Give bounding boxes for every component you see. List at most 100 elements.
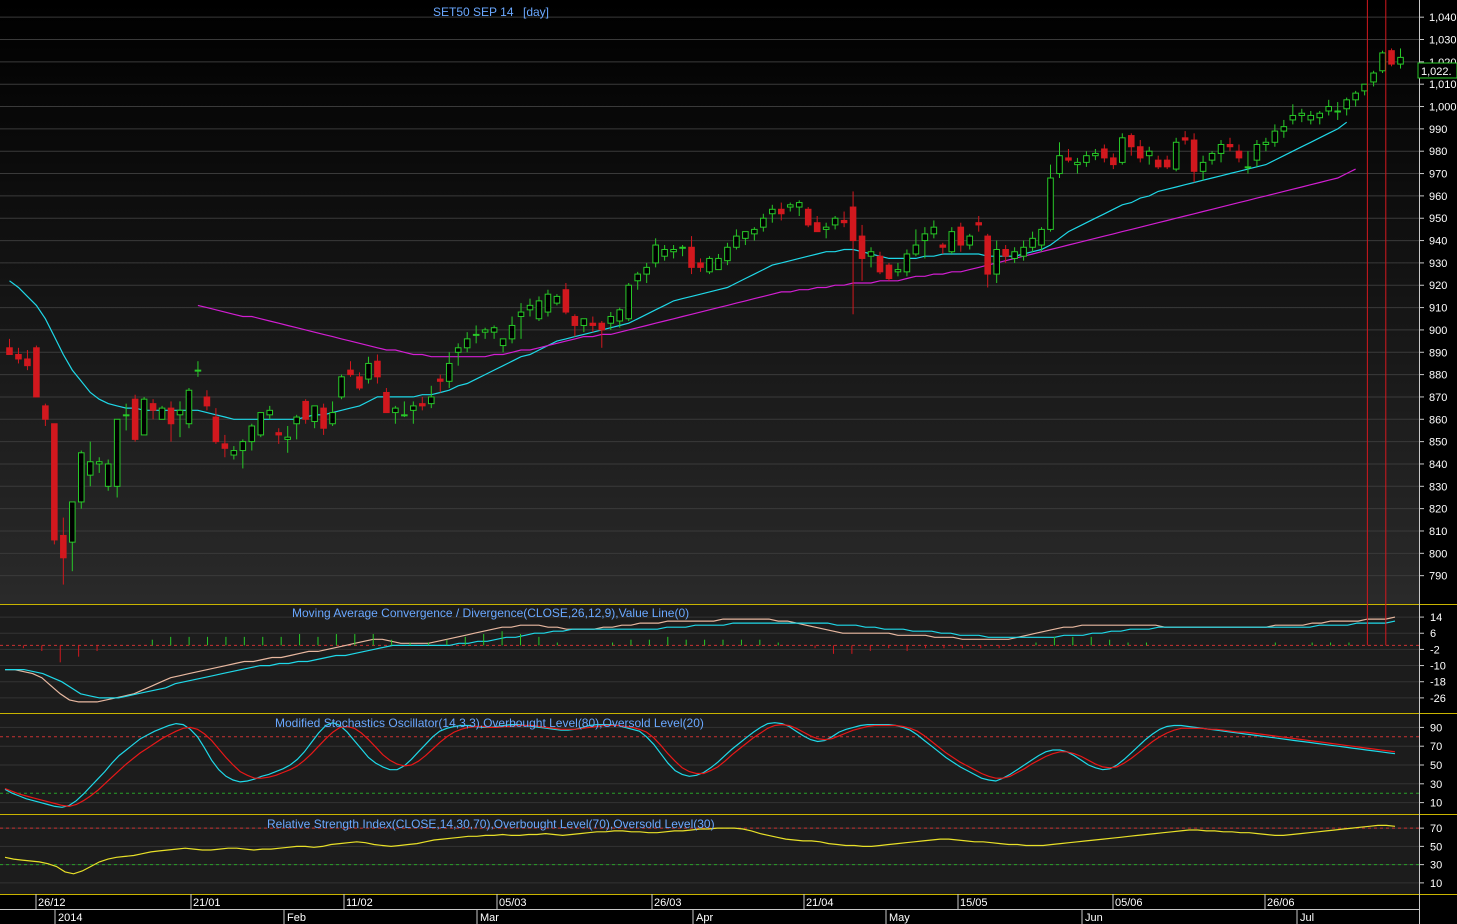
- candle-up: [544, 293, 552, 313]
- candle-up: [69, 501, 76, 543]
- candle-up: [1083, 155, 1090, 163]
- month-tick-label: 2014: [58, 912, 82, 924]
- price-tick-label: 970: [1429, 169, 1447, 181]
- price-tick-label: 990: [1429, 124, 1447, 136]
- candle-down: [374, 360, 381, 378]
- rsi-tick-label: 30: [1430, 860, 1442, 872]
- price-tick-label: 850: [1429, 437, 1447, 449]
- rsi-tick-label: 70: [1430, 823, 1442, 835]
- candle-up: [715, 257, 722, 271]
- candle-up: [1119, 137, 1126, 163]
- rsi-tick-label: 10: [1430, 878, 1442, 890]
- candle-down: [939, 244, 947, 248]
- candle-down: [212, 416, 220, 443]
- candle-up: [508, 324, 516, 340]
- candle-down: [1101, 148, 1108, 159]
- candle-up: [670, 249, 677, 253]
- candle-down: [131, 398, 139, 440]
- price-tick-label: 950: [1429, 213, 1447, 225]
- stochastic-tick-label: 50: [1430, 760, 1442, 772]
- candle-down: [1110, 157, 1117, 166]
- candle-down: [1181, 137, 1189, 141]
- candle-up: [176, 409, 184, 416]
- candle-down: [571, 316, 579, 326]
- price-tick-label: 1,040: [1429, 12, 1457, 24]
- candle-up: [553, 295, 561, 304]
- candle-down: [275, 432, 282, 436]
- macd-tick-label: -10: [1430, 661, 1446, 673]
- candle-up: [1343, 99, 1350, 110]
- stochastic-tick-label: 30: [1430, 779, 1442, 791]
- candle-down: [1163, 159, 1171, 168]
- candle-down: [1065, 157, 1072, 161]
- candle-up: [239, 441, 247, 452]
- candle-down: [984, 235, 991, 275]
- candle-up: [1145, 150, 1153, 157]
- candle-up: [86, 461, 94, 476]
- candle-up: [392, 407, 399, 414]
- candle-up: [1038, 228, 1045, 246]
- macd-tick-label: 14: [1430, 612, 1442, 624]
- candle-up: [1020, 246, 1027, 257]
- candle-up: [122, 414, 130, 417]
- candle-up: [490, 327, 498, 333]
- candle-up: [733, 235, 740, 248]
- candle-up: [257, 412, 265, 436]
- price-tick-label: 870: [1429, 392, 1447, 404]
- date-tick-label: 15/05: [960, 897, 988, 909]
- price-tick-label: 840: [1429, 459, 1447, 471]
- candle-up: [616, 309, 624, 322]
- candle-down: [221, 443, 229, 449]
- date-tick-label: 11/02: [346, 897, 373, 909]
- candle-up: [463, 338, 471, 349]
- candle-up: [1325, 106, 1333, 112]
- candle-up: [140, 398, 148, 436]
- date-tick-label: 21/01: [193, 897, 221, 909]
- candle-up: [284, 436, 291, 440]
- date-tick-label: 05/06: [1115, 897, 1143, 909]
- candle-up: [607, 316, 615, 324]
- candle-up: [1011, 251, 1018, 259]
- candle-down: [957, 226, 965, 246]
- candle-up: [1370, 72, 1377, 83]
- price-tick-label: 930: [1429, 258, 1447, 270]
- date-tick-label: 21/04: [806, 897, 834, 909]
- candle-up: [517, 311, 525, 318]
- candle-up: [185, 389, 193, 425]
- candle-up: [535, 300, 543, 320]
- month-tick-label: Apr: [696, 912, 713, 924]
- candle-up: [454, 347, 462, 353]
- macd-tick-label: -2: [1430, 644, 1440, 656]
- macd-tick-label: 6: [1430, 628, 1436, 640]
- candle-up: [1352, 92, 1359, 101]
- candle-down: [1002, 249, 1009, 257]
- price-tick-label: 940: [1429, 236, 1447, 248]
- stochastic-title: Modified Stochastics Oscillator(14,3,3),…: [275, 716, 704, 730]
- candle-down: [840, 219, 848, 224]
- candle-up: [912, 244, 920, 255]
- candle-down: [1128, 135, 1135, 148]
- candle-up: [1172, 141, 1180, 170]
- candle-up: [95, 461, 103, 465]
- price-tick-label: 880: [1429, 370, 1447, 382]
- candle-up: [993, 249, 1000, 275]
- month-tick-label: Jul: [1300, 912, 1314, 924]
- candle-down: [1190, 139, 1198, 172]
- candle-up: [966, 235, 974, 246]
- candle-up: [329, 412, 336, 425]
- price-tick-label: 920: [1429, 280, 1447, 292]
- candle-up: [1307, 114, 1315, 121]
- candle-down: [975, 222, 983, 226]
- candle-up: [706, 257, 713, 273]
- candle-up: [481, 329, 489, 333]
- candle-up: [921, 233, 929, 242]
- candle-down: [885, 264, 893, 280]
- candle-up: [230, 450, 238, 456]
- candle-up: [1074, 161, 1081, 166]
- macd-tick-label: -18: [1430, 677, 1446, 689]
- price-panel: [0, 0, 1419, 604]
- candle-up: [831, 217, 839, 226]
- candle-down: [6, 347, 13, 355]
- time-axis: 26/12 21/01 11/02 05/03 26/03 21/04 15/05 05/06…: [0, 894, 1419, 924]
- price-tick-label: 830: [1429, 481, 1447, 493]
